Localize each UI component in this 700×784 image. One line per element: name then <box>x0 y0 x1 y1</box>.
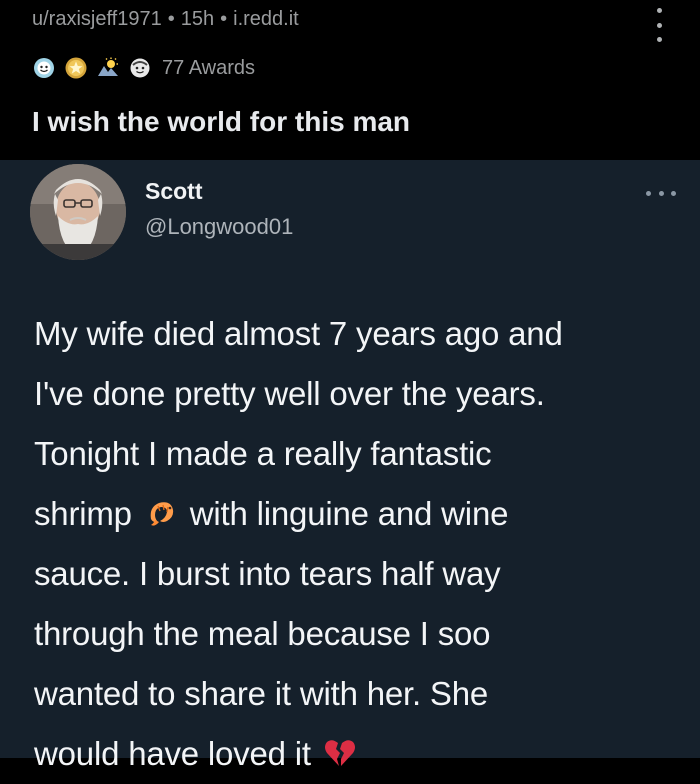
silver-award-icon <box>64 56 88 80</box>
tweet-more-options-icon[interactable] <box>646 188 676 198</box>
shrimp-emoji-icon <box>143 495 179 531</box>
awards-row[interactable]: 77 Awards <box>32 54 255 82</box>
tweet-line-segment: would have loved it <box>34 735 320 772</box>
meta-separator: • <box>167 8 175 30</box>
tweet-line: shrimp with linguine and wine <box>34 484 684 544</box>
tweet-line-segment: with linguine and wine <box>189 495 509 532</box>
avatar[interactable] <box>30 164 126 260</box>
post-age: 15h <box>180 8 215 30</box>
tweet-line: Tonight I made a really fantastic <box>34 435 492 472</box>
reddit-post-header: u/raxisjeff1971 • 15h • i.redd.it 77 Awa… <box>0 0 700 160</box>
tweet-card[interactable]: Scott @Longwood01 My wife died almost 7 … <box>0 160 700 772</box>
broken-heart-emoji-icon <box>322 735 358 771</box>
meta-separator: • <box>220 8 228 30</box>
post-overflow-menu-icon[interactable] <box>648 8 670 42</box>
tweet-line-segment: shrimp <box>34 495 132 532</box>
tweet-line: would have loved it <box>34 724 684 784</box>
awards-count: 77 Awards <box>162 56 256 79</box>
post-meta: u/raxisjeff1971 • 15h • i.redd.it <box>32 8 299 31</box>
tweet-line: sauce. I burst into tears half way <box>34 555 501 592</box>
tweet-line: I've done pretty well over the years. <box>34 375 545 412</box>
post-author-link[interactable]: u/raxisjeff1971 <box>32 8 162 31</box>
tweet-line: through the meal because I soo <box>34 615 491 652</box>
tweet-line: wanted to share it with her. She <box>34 675 489 712</box>
tweet-author-handle[interactable]: @Longwood01 <box>145 214 293 240</box>
sun-award-icon <box>96 56 120 80</box>
post-title[interactable]: I wish the world for this man <box>32 106 410 138</box>
post-domain-link[interactable]: i.redd.it <box>233 8 299 31</box>
helpful-award-icon <box>128 56 152 80</box>
tweet-text: My wife died almost 7 years ago and I've… <box>34 304 684 784</box>
tweet-line: My wife died almost 7 years ago and <box>34 315 563 352</box>
tweet-author-name[interactable]: Scott <box>145 178 203 205</box>
wholesome-award-icon <box>32 56 56 80</box>
